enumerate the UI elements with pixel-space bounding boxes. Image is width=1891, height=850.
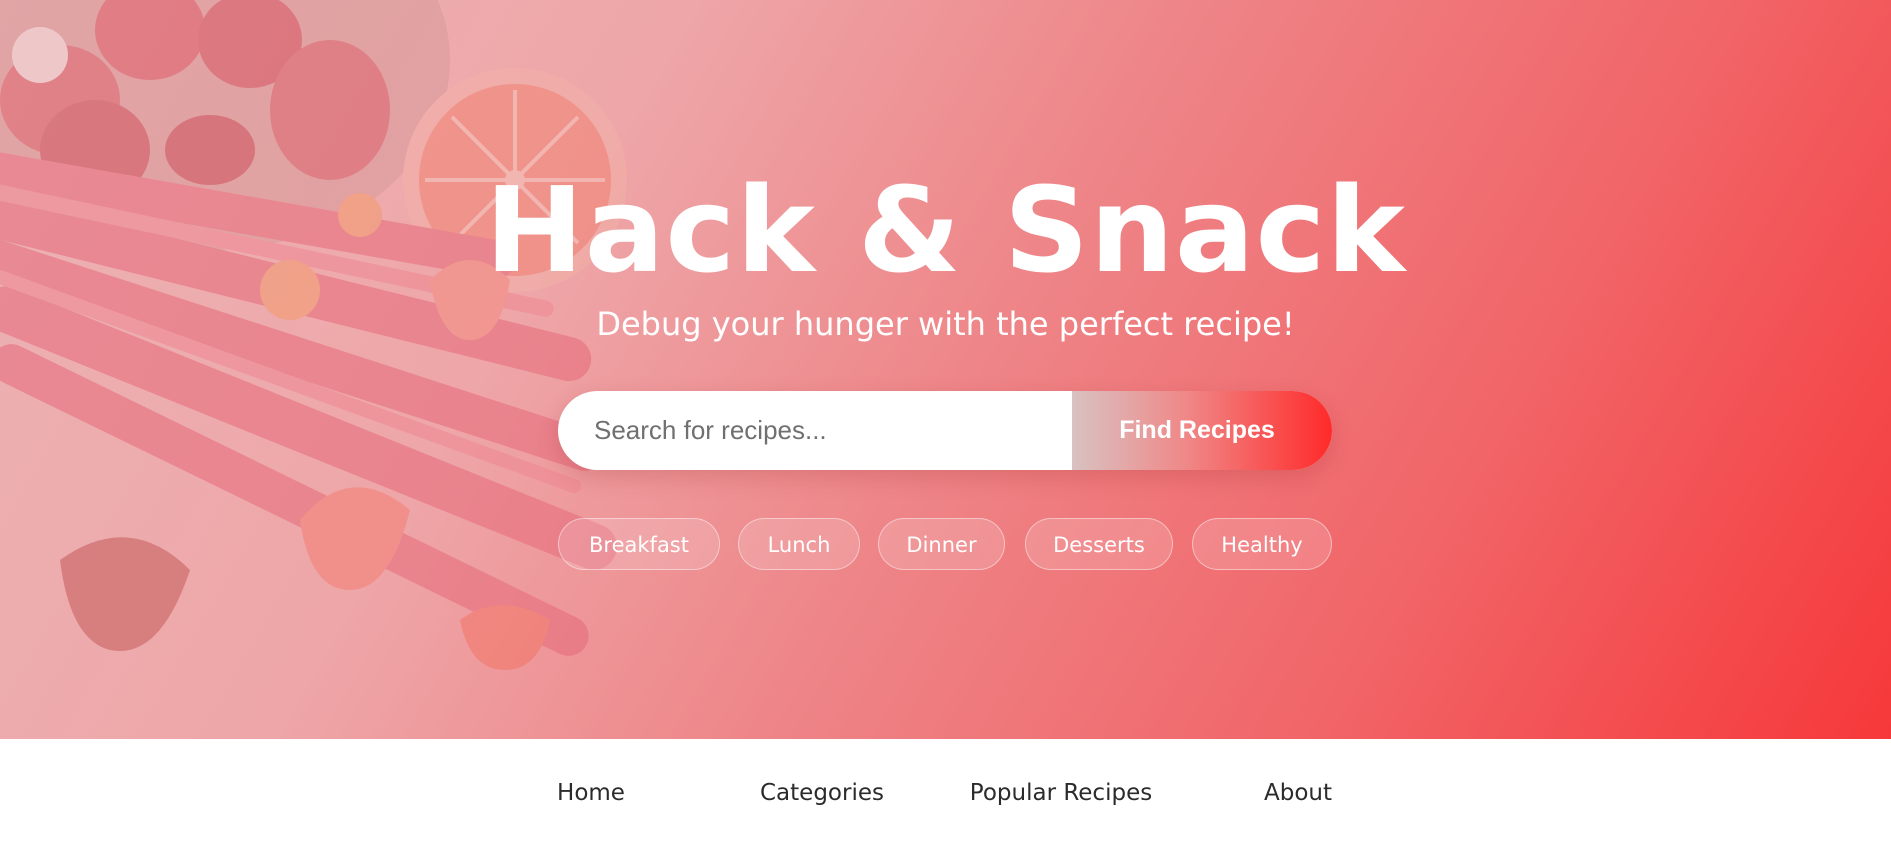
- search-bar: Find Recipes: [558, 391, 1332, 470]
- tag-healthy[interactable]: Healthy: [1192, 518, 1332, 570]
- site-tagline: Debug your hunger with the perfect recip…: [596, 305, 1295, 343]
- main-navigation: Home Categories Popular Recipes About: [0, 739, 1891, 850]
- recipe-search-input[interactable]: [558, 391, 1072, 470]
- find-recipes-button[interactable]: Find Recipes: [1072, 391, 1332, 470]
- tag-desserts[interactable]: Desserts: [1025, 518, 1173, 570]
- tag-dinner[interactable]: Dinner: [878, 518, 1005, 570]
- nav-categories[interactable]: Categories: [747, 779, 897, 807]
- nav-about[interactable]: About: [1248, 779, 1348, 807]
- hero-content: Hack & Snack Debug your hunger with the …: [0, 0, 1891, 739]
- tag-breakfast[interactable]: Breakfast: [558, 518, 720, 570]
- tag-lunch[interactable]: Lunch: [738, 518, 860, 570]
- hero-banner: Hack & Snack Debug your hunger with the …: [0, 0, 1891, 739]
- category-tags: Breakfast Lunch Dinner Desserts Healthy: [0, 518, 1891, 572]
- nav-home[interactable]: Home: [541, 779, 641, 807]
- site-title: Hack & Snack: [485, 161, 1406, 299]
- nav-popular-recipes[interactable]: Popular Recipes: [959, 779, 1163, 807]
